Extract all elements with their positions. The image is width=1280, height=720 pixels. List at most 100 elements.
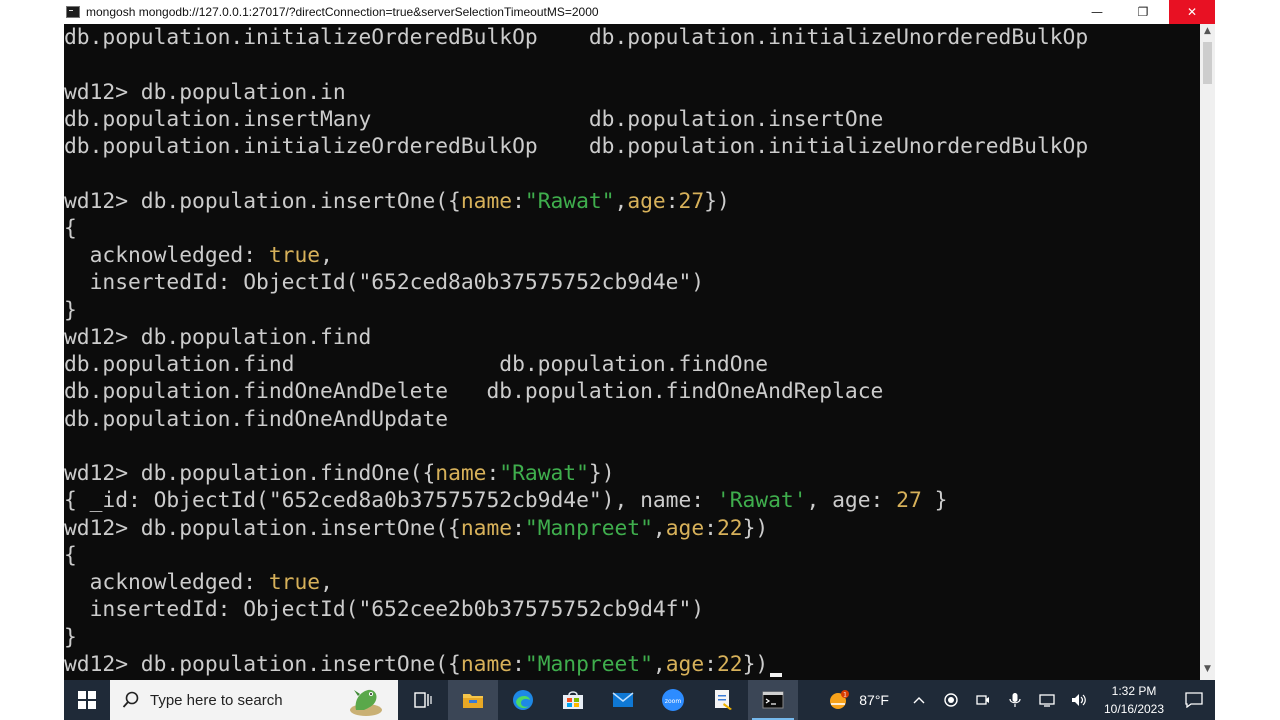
console-line: db.population.findOneAndUpdate <box>64 406 1088 433</box>
mail-button[interactable] <box>598 680 648 720</box>
console-line: wd12> db.population.insertOne({name:"Man… <box>64 651 1088 678</box>
console-text: : <box>512 651 525 677</box>
record-icon <box>944 693 958 707</box>
console-text: : <box>512 515 525 541</box>
console-text: "Rawat" <box>524 188 615 214</box>
clock-time: 1:32 PM <box>1111 684 1157 698</box>
console-line: { _id: ObjectId("652ced8a0b37575752cb9d4… <box>64 487 1088 514</box>
console-text: db.population.initializeOrderedBulkOp db… <box>64 25 1089 50</box>
system-tray: 1 87°F 1:32 PM 10/16/2023 <box>827 680 1215 720</box>
console-text: db.population.findOneAndUpdate <box>64 406 449 432</box>
console-line: wd12> db.population.findOne({name:"Rawat… <box>64 460 1088 487</box>
taskbar: Type here to search zoom 1 87°F 1:32 PM … <box>64 680 1215 720</box>
console-text: : <box>486 461 500 486</box>
console-line: db.population.initializeOrderedBulkOp db… <box>64 133 1088 160</box>
volume-tray-button[interactable] <box>1063 680 1095 720</box>
console-text: } <box>921 488 948 514</box>
console-text: , <box>614 188 628 214</box>
microphone-tray-button[interactable] <box>999 680 1031 720</box>
taskbar-search-box[interactable]: Type here to search <box>110 680 398 720</box>
terminal-console[interactable]: db.population.initializeOrderedBulkOp db… <box>64 24 1200 680</box>
console-text: }) <box>742 515 769 541</box>
console-text: acknowledged: <box>64 243 269 268</box>
console-text: } <box>64 624 77 650</box>
console-line: wd12> db.population.find <box>64 324 1088 351</box>
network-icon <box>1039 694 1055 707</box>
microsoft-store-button[interactable] <box>548 680 598 720</box>
console-text: , <box>652 515 666 541</box>
chevron-up-icon <box>913 697 925 704</box>
system-clock[interactable]: 1:32 PM 10/16/2023 <box>1095 682 1173 718</box>
console-text: "Manpreet" <box>524 651 653 677</box>
file-explorer-button[interactable] <box>448 680 498 720</box>
show-hidden-icons-button[interactable] <box>903 680 935 720</box>
console-line: db.population.find db.population.findOne <box>64 351 1088 378</box>
meet-now-tray-button[interactable] <box>967 680 999 720</box>
task-view-button[interactable] <box>398 680 448 720</box>
console-text: } <box>64 297 77 323</box>
record-tray-button[interactable] <box>935 680 967 720</box>
console-text: "Manpreet" <box>524 515 653 541</box>
console-text: , age: <box>806 488 897 514</box>
console-text: insertedId: ObjectId("652cee2b0b37575752… <box>64 597 705 623</box>
console-text: acknowledged: <box>64 570 269 595</box>
notification-center-button[interactable] <box>1173 680 1215 720</box>
scroll-up-icon[interactable]: ▲ <box>1200 26 1215 40</box>
console-text: : <box>704 515 717 541</box>
window-titlebar[interactable]: mongosh mongodb://127.0.0.1:27017/?direc… <box>64 0 1215 24</box>
console-line: } <box>64 297 1088 324</box>
edge-button[interactable] <box>498 680 548 720</box>
console-text: db.population.initializeOrderedBulkOp db… <box>64 134 1089 159</box>
console-text: db.population.find db.population.findOne <box>64 352 769 377</box>
console-text: insertedId: ObjectId("652ced8a0b37575752… <box>64 270 705 296</box>
weather-sun-icon: 1 <box>830 690 850 709</box>
console-text: , <box>320 570 333 595</box>
right-margin <box>1215 0 1280 680</box>
window-title: mongosh mongodb://127.0.0.1:27017/?direc… <box>86 5 599 19</box>
console-line: db.population.initializeOrderedBulkOp db… <box>64 24 1088 51</box>
console-text: wd12> db.population.in <box>64 79 346 105</box>
left-margin <box>0 0 64 680</box>
document-editor-icon <box>715 690 732 710</box>
console-line: acknowledged: true, <box>64 569 1088 596</box>
console-text: wd12> db.population.find <box>64 324 372 350</box>
console-text: }) <box>704 188 730 214</box>
console-text: : <box>704 651 717 677</box>
console-line: acknowledged: true, <box>64 242 1088 269</box>
search-icon <box>122 691 139 708</box>
console-text: age <box>627 188 666 214</box>
edge-browser-icon <box>513 690 533 710</box>
console-text: 22 <box>716 651 743 677</box>
maximize-button[interactable]: ❐ <box>1120 0 1166 24</box>
console-text: name <box>435 461 487 486</box>
console-text: name <box>460 188 513 214</box>
file-editor-button[interactable] <box>698 680 748 720</box>
close-button[interactable]: ✕ <box>1169 0 1215 24</box>
console-line: wd12> db.population.insertOne({name:"Raw… <box>64 188 1088 215</box>
console-text: db.population.insertMany db.population.i… <box>64 106 884 132</box>
search-placeholder: Type here to search <box>150 691 283 709</box>
zoom-icon: zoom <box>662 689 684 711</box>
start-button[interactable] <box>64 680 110 720</box>
console-text: { <box>64 542 77 568</box>
minimize-button[interactable]: — <box>1074 0 1120 24</box>
zoom-button[interactable]: zoom <box>648 680 698 720</box>
console-text: , <box>652 651 666 677</box>
console-text: : <box>665 188 679 214</box>
console-text: age <box>665 515 705 541</box>
vertical-scrollbar[interactable]: ▲ ▼ <box>1200 24 1215 680</box>
scrollbar-thumb[interactable] <box>1203 42 1212 84</box>
camera-icon <box>976 695 989 705</box>
scroll-down-icon[interactable]: ▼ <box>1200 664 1215 678</box>
weather-widget[interactable]: 1 87°F <box>827 688 889 712</box>
microphone-icon <box>1009 693 1021 707</box>
console-text: db.population.findOneAndDelete db.popula… <box>64 379 884 405</box>
command-prompt-button[interactable] <box>748 680 798 720</box>
console-text: 22 <box>716 515 743 541</box>
svg-text:zoom: zoom <box>665 698 681 705</box>
network-tray-button[interactable] <box>1031 680 1063 720</box>
terminal-app-icon <box>66 6 80 18</box>
console-text: age <box>665 651 705 677</box>
